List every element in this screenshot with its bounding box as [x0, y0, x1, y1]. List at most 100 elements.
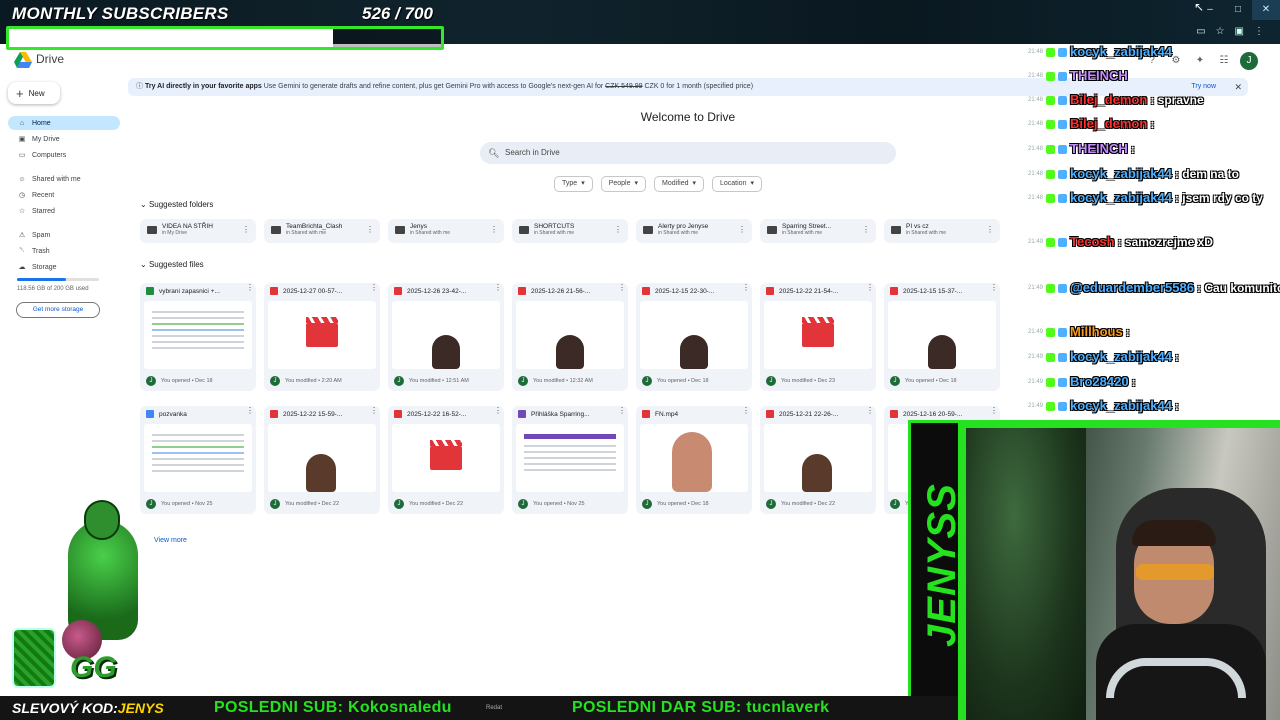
suggested-folders-heading[interactable]: ⌄ Suggested folders [140, 200, 213, 209]
file-thumbnail [764, 424, 872, 492]
file-name: 2025-12-22 21-54-... [779, 287, 839, 295]
more-options-icon[interactable]: ⋮ [990, 406, 998, 415]
sidebar-item-recent[interactable]: ◷ Recent [8, 188, 120, 202]
thumbnail-person [680, 335, 708, 369]
chat-text: : [1131, 375, 1136, 389]
folder-card[interactable]: Sparring Street... in Shared with me ⋮ [760, 219, 876, 243]
folder-card[interactable]: TeamBrichta_Clash in Shared with me ⋮ [264, 219, 380, 243]
more-options-icon[interactable]: ⋮ [618, 406, 626, 415]
file-card[interactable]: 2025-12-22 15-59-... ⋮ J You modified • Dec… [264, 406, 380, 514]
promo-label-text: SLEVOVÝ KOD: [12, 700, 118, 716]
bookmark-star-icon[interactable]: ☆ [1216, 26, 1225, 37]
filter-modified[interactable]: Modified ▾ [654, 176, 704, 192]
more-options-icon[interactable]: ⋮ [742, 283, 750, 292]
shared-icon: ☺ [18, 175, 26, 183]
filter-people[interactable]: People ▾ [600, 176, 647, 192]
folder-card[interactable]: VIDEA NA STŘIH in My Drive ⋮ [140, 219, 256, 243]
file-card[interactable]: 2025-12-27 00-57-... ⋮ J You modified • 2:2… [264, 283, 380, 391]
cast-icon[interactable]: ▭ [1196, 26, 1205, 37]
more-options-icon[interactable]: ⋮ [494, 283, 502, 292]
kick-badge-icon [1046, 401, 1056, 411]
owner-avatar: J [766, 376, 776, 386]
form-header-bar [524, 434, 616, 439]
file-card[interactable]: 2025-12-15 15-37-... ⋮ J You opened • Dec 1… [884, 283, 1000, 391]
more-options-icon[interactable]: ⋮ [990, 283, 998, 292]
sidebar-item-starred[interactable]: ☆ Starred [8, 204, 120, 218]
sidebar-item-home[interactable]: ⌂ Home [8, 116, 120, 130]
file-thumbnail [268, 424, 376, 492]
more-options-icon[interactable]: ⋮ [742, 406, 750, 415]
more-options-icon[interactable]: ⋮ [370, 406, 378, 415]
file-card[interactable]: Přihláška Sparring... ⋮ J You opened • Nov … [512, 406, 628, 514]
filter-type[interactable]: Type ▾ [554, 176, 593, 192]
sidebar-item-trash[interactable]: ␡ Trash [8, 244, 120, 258]
more-options-icon[interactable]: ⋮ [614, 225, 622, 234]
search-input[interactable]: 🔍︎ Search in Drive [480, 142, 896, 164]
extensions-icon[interactable]: ▣ [1235, 26, 1244, 37]
sidebar-item-spam[interactable]: ⚠ Spam [8, 228, 120, 242]
file-card-header: 2025-12-15 22-30-... [642, 287, 748, 295]
stream-chat-overlay: 21:48 kocyk_zabijak44 21:48 THEINCH 21:48 Bil… [1028, 42, 1280, 422]
filter-label: Type [562, 180, 578, 187]
doc-line [524, 445, 616, 447]
file-card[interactable]: 2025-12-15 22-30-... ⋮ J You opened • Dec 1… [636, 283, 752, 391]
sub-badge-icon [1058, 169, 1068, 179]
more-options-icon[interactable]: ⋮ [370, 283, 378, 292]
webcam-feed [966, 428, 1280, 720]
file-card[interactable]: 2025-12-26 23-42-... ⋮ J You modified • 12:… [388, 283, 504, 391]
thumbnail-person [928, 335, 956, 369]
file-card-footer: J You modified • Dec 22 [766, 499, 835, 509]
more-options-icon[interactable]: ⋮ [494, 406, 502, 415]
sidebar-item-storage[interactable]: ☁ Storage [8, 260, 120, 274]
suggested-folders-label: Suggested folders [148, 200, 214, 209]
file-card[interactable]: 2025-12-22 21-54-... ⋮ J You modified • Dec… [760, 283, 876, 391]
file-card-footer: J You modified • 2:20 AM [270, 376, 342, 386]
more-options-icon[interactable]: ⋮ [490, 225, 498, 234]
suggested-files-heading[interactable]: ⌄ Suggested files [140, 260, 204, 269]
more-options-icon[interactable]: ⋮ [246, 406, 254, 415]
sidebar-item-my-drive[interactable]: ▣ My Drive [8, 132, 120, 146]
file-activity: You opened • Dec 18 [161, 378, 213, 384]
more-options-icon[interactable]: ⋮ [246, 283, 254, 292]
chat-username: Bilej_demon [1070, 116, 1148, 131]
kick-badge-icon [1046, 144, 1056, 154]
file-activity: You modified • 12:51 AM [409, 378, 469, 384]
sidebar-item-label: Storage [32, 263, 57, 271]
minimize-icon[interactable]: – [1196, 0, 1224, 20]
file-card[interactable]: pozvanka ⋮ J You opened • Nov 25 [140, 406, 256, 514]
chevron-down-icon: ▾ [581, 180, 585, 187]
subscribers-goal-title: MONTHLY SUBSCRIBERS [12, 4, 229, 23]
more-options-icon[interactable]: ⋮ [862, 225, 870, 234]
close-window-icon[interactable]: ✕ [1252, 0, 1280, 20]
folder-card[interactable]: PI vs cz in Shared with me ⋮ [884, 219, 1000, 243]
file-card[interactable]: FN.mp4 ⋮ J You opened • Dec 18 [636, 406, 752, 514]
more-options-icon[interactable]: ⋮ [866, 406, 874, 415]
more-options-icon[interactable]: ⋮ [366, 225, 374, 234]
folder-card[interactable]: SHORTCUTS in Shared with me ⋮ [512, 219, 628, 243]
chat-timestamp: 21:49 [1028, 285, 1044, 291]
more-options-icon[interactable]: ⋮ [618, 283, 626, 292]
folder-card[interactable]: Jenys in Shared with me ⋮ [388, 219, 504, 243]
more-options-icon[interactable]: ⋮ [738, 225, 746, 234]
new-button[interactable]: + New [8, 82, 60, 104]
doc-line [152, 458, 244, 460]
more-options-icon[interactable]: ⋮ [242, 225, 250, 234]
folder-icon [519, 226, 529, 234]
sidebar-item-shared-with-me[interactable]: ☺ Shared with me [8, 172, 120, 186]
get-more-storage-button[interactable]: Get more storage [16, 302, 100, 318]
doc-file-icon [146, 410, 154, 418]
more-options-icon[interactable]: ⋮ [986, 225, 994, 234]
chat-message: 21:48 THEINCH [1028, 66, 1128, 86]
folder-card[interactable]: Alerty pro Jenyse in Shared with me ⋮ [636, 219, 752, 243]
file-card[interactable]: 2025-12-22 16-52-... ⋮ J You modified • Dec… [388, 406, 504, 514]
kick-badge-icon [1046, 169, 1056, 179]
browser-menu-icon[interactable]: ⋮ [1254, 26, 1264, 37]
suggested-files-row: vybrani zapasnici +... ⋮ J You opened • Dec… [140, 283, 1000, 391]
maximize-icon[interactable]: □ [1224, 0, 1252, 20]
more-options-icon[interactable]: ⋮ [866, 283, 874, 292]
file-card[interactable]: vybrani zapasnici +... ⋮ J You opened • Dec… [140, 283, 256, 391]
sidebar-item-computers[interactable]: ▭ Computers [8, 148, 120, 162]
filter-location[interactable]: Location ▾ [712, 176, 762, 192]
file-card[interactable]: 2025-12-26 21-56-... ⋮ J You modified • 12:… [512, 283, 628, 391]
file-card[interactable]: 2025-12-21 22-26-... ⋮ J You modified • Dec… [760, 406, 876, 514]
